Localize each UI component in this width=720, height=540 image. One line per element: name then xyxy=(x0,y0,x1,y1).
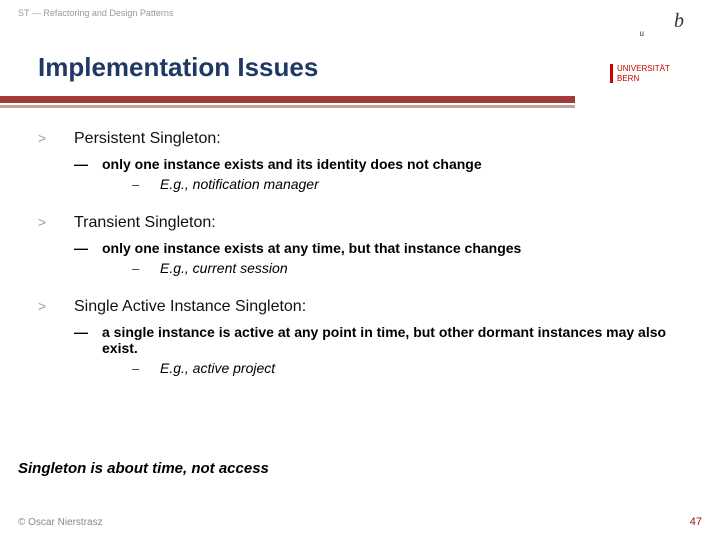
conclusion-text: Singleton is about time, not access xyxy=(18,460,269,477)
item-title: Transient Singleton: xyxy=(74,214,216,232)
item-desc: only one instance exists at any time, bu… xyxy=(102,240,521,256)
item-desc: a single instance is active at any point… xyxy=(102,324,690,356)
item-title: Single Active Instance Singleton: xyxy=(74,298,306,316)
item-example: E.g., current session xyxy=(160,260,288,276)
list-item: > Single Active Instance Singleton: — a … xyxy=(38,298,690,376)
dash-icon: — xyxy=(74,324,102,340)
copyright: © Oscar Nierstrasz xyxy=(18,517,103,528)
list-item: > Transient Singleton: — only one instan… xyxy=(38,214,690,276)
divider-bars xyxy=(0,96,575,108)
page-title: Implementation Issues xyxy=(38,52,318,83)
endash-icon: – xyxy=(132,361,160,376)
bullet-icon: > xyxy=(38,130,74,146)
breadcrumb: ST — Refactoring and Design Patterns xyxy=(18,8,173,18)
dash-icon: — xyxy=(74,240,102,256)
dash-icon: — xyxy=(74,156,102,172)
item-title: Persistent Singleton: xyxy=(74,130,221,148)
bullet-icon: > xyxy=(38,214,74,230)
university-logo: b u UNIVERSITÄTBERN xyxy=(610,10,690,83)
bullet-icon: > xyxy=(38,298,74,314)
item-desc: only one instance exists and its identit… xyxy=(102,156,482,172)
page-number: 47 xyxy=(690,516,702,528)
endash-icon: – xyxy=(132,177,160,192)
endash-icon: – xyxy=(132,261,160,276)
content-area: > Persistent Singleton: — only one insta… xyxy=(38,130,690,398)
item-example: E.g., notification manager xyxy=(160,176,319,192)
list-item: > Persistent Singleton: — only one insta… xyxy=(38,130,690,192)
item-example: E.g., active project xyxy=(160,360,275,376)
logo-text: UNIVERSITÄTBERN xyxy=(610,64,690,83)
